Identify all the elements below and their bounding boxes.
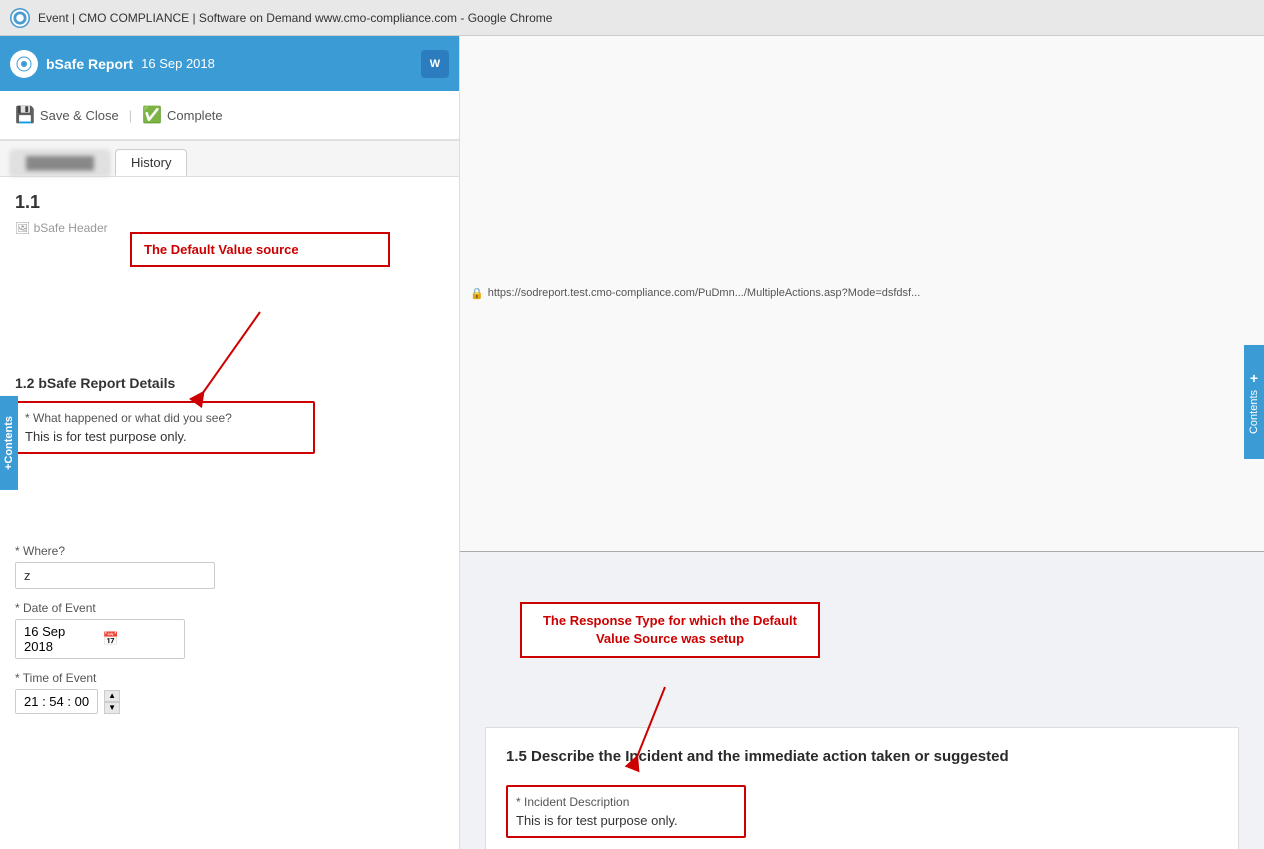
calendar-icon[interactable]: 📅 [103,631,177,647]
where-field-group: * Where? [15,544,444,589]
lock-icon: 🔒 [470,287,484,300]
date-of-event-label: * Date of Event [15,601,444,615]
browser-icon [10,8,30,28]
browser-bar: Event | CMO COMPLIANCE | Software on Dem… [0,0,1264,36]
response-type-callout: The Response Type for which the Default … [520,602,820,658]
default-value-callout-text: The Default Value source [144,242,299,257]
complete-button[interactable]: ✅ Complete [142,105,223,125]
time-of-event-group: * Time of Event 21 : 54 : 00 ▲ ▼ [15,671,444,714]
left-action-bar: 💾 Save & Close | ✅ Complete [0,91,459,141]
what-happened-field[interactable]: * What happened or what did you see? Thi… [15,401,315,454]
app-logo-icon [10,50,38,78]
time-up-button[interactable]: ▲ [104,690,120,702]
where-input[interactable] [15,562,215,589]
incident-desc-box[interactable]: * Incident Description This is for test … [506,785,746,838]
where-label: * Where? [15,544,444,558]
history-tab-label: History [131,155,171,170]
right-panel: 🔒 https://sodreport.test.cmo-compliance.… [460,36,1264,849]
tabs-area: ████████ History [0,141,459,177]
contents-tab-right-label: Contents [1248,390,1260,434]
left-content: 1.1 🖼 bSafe Header The Default Value sou… [0,177,459,849]
time-down-button[interactable]: ▼ [104,702,120,714]
browser-title: Event | CMO COMPLIANCE | Software on Dem… [38,11,1254,25]
response-type-callout-text: The Response Type for which the Default … [543,613,797,646]
bsafe-header-icon: 🖼 [15,221,30,235]
save-close-button[interactable]: 💾 Save & Close [15,105,119,125]
app-title: bSafe Report [46,56,133,72]
date-value: 16 Sep 2018 [24,624,98,654]
section-15-title: 1.5 Describe the Incident and the immedi… [506,748,1218,770]
app-logo-section: bSafe Report 16 Sep 2018 [10,50,215,78]
section-15-block: 1.5 Describe the Incident and the immedi… [485,727,1239,849]
tab-history[interactable]: History [115,149,187,176]
left-panel: bSafe Report 16 Sep 2018 W 💾 Save & Clos… [0,36,460,849]
complete-icon: ✅ [142,105,162,125]
date-of-event-field[interactable]: 16 Sep 2018 📅 [15,619,185,659]
app-date: 16 Sep 2018 [141,56,215,71]
right-content: The Response Type for which the Default … [460,552,1264,849]
contents-tab-right[interactable]: + Contents [1244,345,1264,459]
incident-desc-value: This is for test purpose only. [516,813,736,828]
word-icon[interactable]: W [421,50,449,78]
section-1-1-number: 1.1 [15,192,444,213]
tab-blurred[interactable]: ████████ [10,150,110,176]
left-toolbar: bSafe Report 16 Sep 2018 W [0,36,459,91]
time-of-event-label: * Time of Event [15,671,444,685]
time-parts: 21 : 54 : 00 [15,689,98,714]
url-bar[interactable]: 🔒 https://sodreport.test.cmo-compliance.… [460,36,1264,552]
time-of-event-field: 21 : 54 : 00 ▲ ▼ [15,689,444,714]
contents-tab-left[interactable]: +Contents [0,395,18,489]
contents-tab-left-label: +Contents [3,415,15,469]
incident-desc-label: * Incident Description [516,795,736,809]
what-happened-value: This is for test purpose only. [25,429,305,444]
what-happened-label: * What happened or what did you see? [25,411,305,425]
time-spinner[interactable]: ▲ ▼ [104,690,120,714]
complete-label: Complete [167,108,223,123]
save-close-label: Save & Close [40,108,119,123]
save-icon: 💾 [15,105,35,125]
contents-tab-right-plus: + [1250,370,1258,386]
date-of-event-group: * Date of Event 16 Sep 2018 📅 [15,601,444,659]
time-value: 21 : 54 : 00 [24,694,89,709]
separator: | [129,108,132,123]
url-text: https://sodreport.test.cmo-compliance.co… [488,287,921,299]
default-value-callout: The Default Value source [130,232,390,267]
section-15-container: 1.5 Describe the Incident and the immedi… [485,727,1239,849]
blurred-tab-label: ████████ [26,156,94,170]
section-1-2-title: 1.2 bSafe Report Details [15,375,444,391]
